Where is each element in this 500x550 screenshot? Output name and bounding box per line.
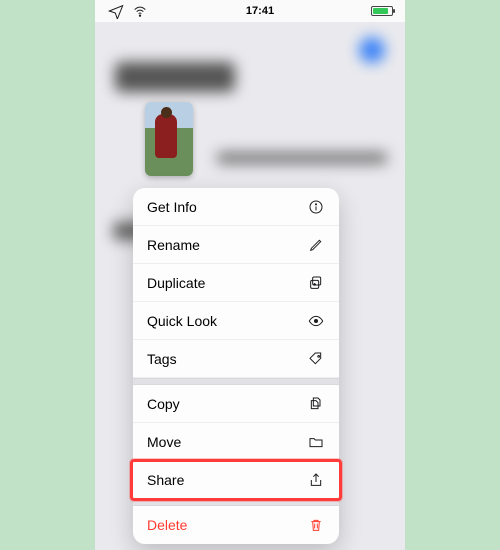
menu-item-tags[interactable]: Tags (133, 340, 339, 378)
menu-item-get-info[interactable]: Get Info (133, 188, 339, 226)
menu-label: Rename (147, 237, 200, 253)
menu-separator (133, 499, 339, 506)
share-icon (307, 471, 325, 489)
doc-on-doc-icon (307, 395, 325, 413)
status-time: 17:41 (246, 5, 274, 17)
menu-label: Tags (147, 351, 177, 367)
menu-item-quick-look[interactable]: Quick Look (133, 302, 339, 340)
eye-icon (307, 312, 325, 330)
menu-label: Get Info (147, 199, 197, 215)
context-menu: Get Info Rename Duplicate Quick Look Tag (133, 188, 339, 544)
tag-icon (307, 350, 325, 368)
menu-label: Duplicate (147, 275, 205, 291)
menu-item-share[interactable]: Share (133, 461, 339, 499)
folder-icon (307, 433, 325, 451)
menu-item-duplicate[interactable]: Duplicate (133, 264, 339, 302)
airplane-mode-icon (107, 2, 125, 20)
menu-separator (133, 378, 339, 385)
menu-item-delete[interactable]: Delete (133, 506, 339, 544)
trash-icon (307, 516, 325, 534)
menu-label: Quick Look (147, 313, 217, 329)
pencil-icon (307, 236, 325, 254)
info-circle-icon (307, 198, 325, 216)
menu-item-move[interactable]: Move (133, 423, 339, 461)
menu-label: Move (147, 434, 181, 450)
wifi-icon (131, 2, 149, 20)
plus-square-on-square-icon (307, 274, 325, 292)
phone-frame: 17:41 Get Info Rename Duplicate (95, 0, 405, 550)
status-bar: 17:41 (95, 0, 405, 22)
menu-item-rename[interactable]: Rename (133, 226, 339, 264)
battery-charging-icon (371, 2, 393, 20)
menu-item-copy[interactable]: Copy (133, 385, 339, 423)
menu-label: Share (147, 472, 184, 488)
video-thumbnail[interactable] (145, 102, 193, 176)
menu-label: Copy (147, 396, 180, 412)
menu-label: Delete (147, 517, 187, 533)
